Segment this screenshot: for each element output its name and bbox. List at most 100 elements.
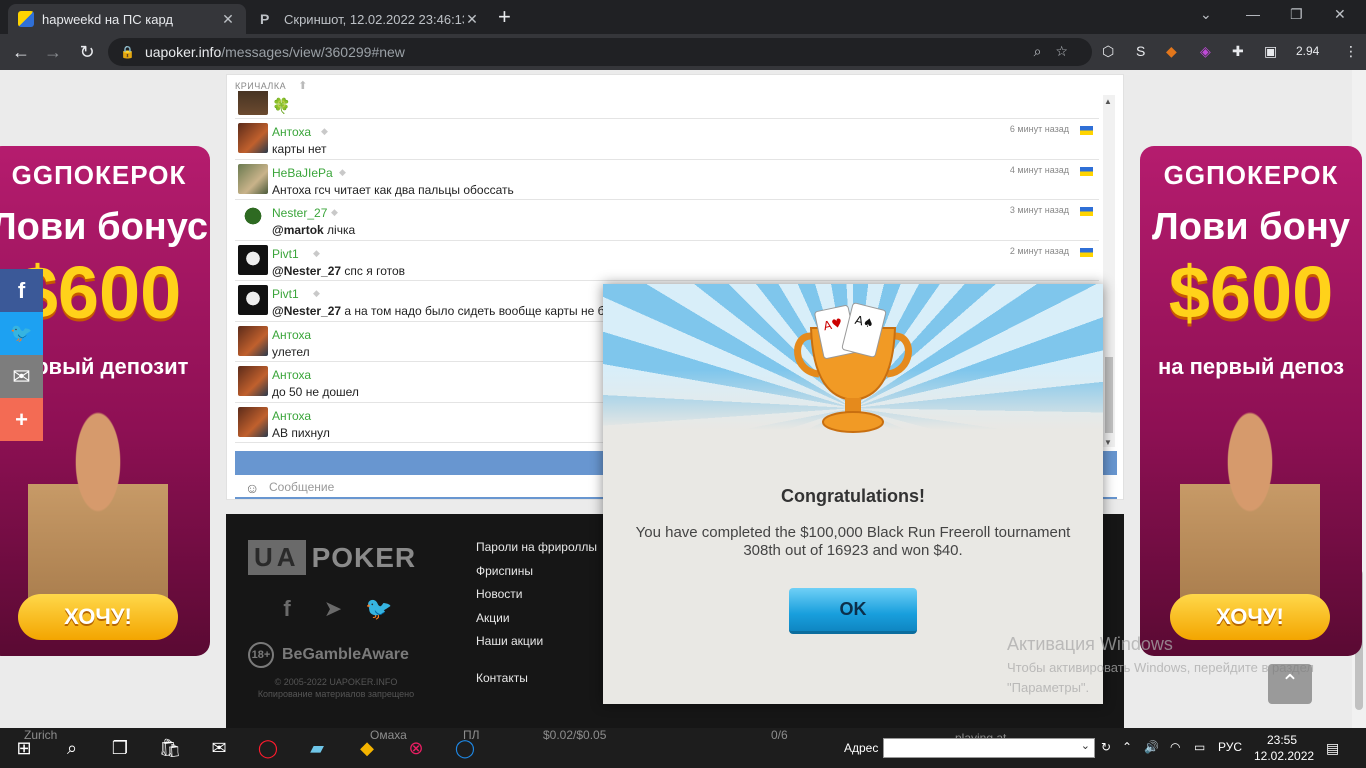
app-ring-icon[interactable]: ◯ xyxy=(453,736,477,760)
avatar[interactable] xyxy=(238,204,268,234)
avatar[interactable] xyxy=(238,325,268,356)
message-nick[interactable]: Антоха xyxy=(272,125,311,139)
extension-cube-icon[interactable]: ⬡ xyxy=(1102,43,1114,60)
tray-chevron-icon[interactable]: ⌃ xyxy=(1122,740,1132,754)
scroll-up-icon[interactable]: ▲ xyxy=(1104,97,1112,106)
opera-icon[interactable]: ◯ xyxy=(256,736,280,760)
share-more-icon[interactable]: + xyxy=(0,398,43,441)
message-time: 4 минут назад xyxy=(1009,164,1069,175)
app-box-icon[interactable]: ◆ xyxy=(355,736,379,760)
tab-title: hapweekd на ПС кард xyxy=(42,11,173,27)
extensions-puzzle-icon[interactable]: ✚ xyxy=(1232,43,1244,60)
chat-message: Антоха ◆ карты нет 6 минут назад xyxy=(235,119,1099,160)
uapoker-favicon-icon xyxy=(18,11,34,27)
avatar[interactable] xyxy=(238,91,268,115)
message-text: @Nester_27 спс я готов xyxy=(272,264,405,278)
notifications-icon[interactable]: ▤ xyxy=(1326,740,1339,757)
banner-amount: $600 xyxy=(1168,251,1334,334)
avatar[interactable] xyxy=(238,244,268,275)
tab-search-icon[interactable]: ⌄ xyxy=(1200,6,1212,23)
message-nick[interactable]: Pivt1 xyxy=(272,287,299,301)
avatar[interactable] xyxy=(238,285,268,315)
uapoker-logo[interactable]: UA POKER xyxy=(248,540,416,575)
forward-icon[interactable]: → xyxy=(42,42,64,62)
windows-start-icon[interactable]: ⊞ xyxy=(12,736,36,760)
banner-cta-button[interactable]: ХОЧУ! xyxy=(18,594,178,640)
avatar[interactable] xyxy=(238,406,268,437)
volume-icon[interactable]: 🔊 xyxy=(1144,740,1159,754)
close-tab-icon[interactable]: ✕ xyxy=(464,11,480,28)
banner-headline: Лови бонус xyxy=(0,206,209,248)
ukraine-flag-icon xyxy=(1080,126,1093,135)
back-icon[interactable]: ← xyxy=(10,42,32,62)
banner-headline: Лови бону xyxy=(1152,206,1350,248)
tab-messages[interactable]: hapweekd на ПС кард ✕ xyxy=(8,4,246,34)
store-icon[interactable]: 🛍 xyxy=(158,736,182,760)
restore-icon[interactable]: ❐ xyxy=(1290,6,1303,23)
avatar[interactable] xyxy=(238,123,268,153)
status-dot-icon: ◆ xyxy=(339,166,346,177)
reload-icon[interactable]: ↻ xyxy=(76,42,98,62)
chat-scrollbar[interactable]: ▲ ▼ xyxy=(1103,95,1115,447)
message-text: Антоха гсч читает как два пальцы обоссат… xyxy=(272,183,514,197)
footer-link[interactable]: Акции xyxy=(476,611,597,635)
message-mention[interactable]: @Nester_27 xyxy=(272,264,341,278)
begambleaware-logo[interactable]: 18+ BeGambleAware xyxy=(248,642,409,668)
footer-twitter-icon[interactable]: 🐦 xyxy=(364,594,394,624)
taskbar-clock[interactable]: 23:55 12.02.2022 xyxy=(1254,732,1314,764)
mail-icon[interactable]: ✉ xyxy=(207,736,231,760)
close-window-icon[interactable]: ✕ xyxy=(1334,6,1346,23)
dropdown-chevron-icon[interactable]: ⌄ xyxy=(1081,739,1090,752)
battery-icon[interactable]: ▭ xyxy=(1194,740,1205,754)
message-nick[interactable]: Nester_27 xyxy=(272,206,327,220)
message-nick[interactable]: Антоха xyxy=(272,368,311,382)
url-field[interactable]: 🔒 uapoker.info/messages/view/360299#new … xyxy=(108,38,1092,66)
message-nick[interactable]: Pivt1 xyxy=(272,247,299,261)
share-email-icon[interactable]: ✉ xyxy=(0,355,43,398)
share-facebook-icon[interactable]: f xyxy=(0,269,43,312)
task-view-icon[interactable]: ❐ xyxy=(108,736,132,760)
footer-link[interactable]: Пароли на фрироллы xyxy=(476,540,597,564)
language-indicator[interactable]: РУС xyxy=(1218,740,1242,754)
banner-cta-button[interactable]: ХОЧУ! xyxy=(1170,594,1330,640)
message-mention[interactable]: @martok xyxy=(272,223,324,237)
emoji-icon[interactable]: ☺ xyxy=(245,478,259,498)
footer-telegram-icon[interactable]: ➤ xyxy=(318,594,348,624)
footer-link[interactable]: Новости xyxy=(476,587,597,611)
search-icon[interactable]: ⌕ xyxy=(60,736,84,760)
footer-link[interactable]: Наши акции xyxy=(476,634,597,658)
message-body: спс я готов xyxy=(341,263,406,278)
avatar[interactable] xyxy=(238,163,268,194)
footer-link-contacts[interactable]: Контакты xyxy=(476,671,528,685)
minimize-icon[interactable]: — xyxy=(1246,6,1260,22)
extension-s-icon[interactable]: S xyxy=(1136,43,1145,59)
menu-dots-icon[interactable]: ⋮ xyxy=(1344,43,1358,60)
extension-counter-icon[interactable]: ▣ xyxy=(1264,43,1277,60)
extension-diamond-icon[interactable]: ◈ xyxy=(1200,43,1211,60)
scroll-to-top-button[interactable]: ⌃ xyxy=(1268,664,1312,704)
app-poker-icon[interactable]: ⊗ xyxy=(404,736,428,760)
message-nick[interactable]: Антоха xyxy=(272,409,311,423)
avatar[interactable] xyxy=(238,366,268,396)
metamask-icon[interactable]: ◆ xyxy=(1166,43,1177,60)
scroll-down-icon[interactable]: ▼ xyxy=(1104,438,1112,447)
message-time: 3 минут назад xyxy=(1009,205,1069,215)
new-tab-button[interactable]: + xyxy=(498,6,511,28)
zoom-star-icons[interactable]: ⌕☆ xyxy=(1034,43,1082,60)
message-mention[interactable]: @Nester_27 xyxy=(272,304,341,318)
extension-badge[interactable]: 2.94 xyxy=(1296,44,1319,58)
app-notes-icon[interactable]: ▰ xyxy=(305,736,329,760)
footer-facebook-icon[interactable]: f xyxy=(272,594,302,624)
wifi-icon[interactable]: ◠ xyxy=(1170,740,1180,754)
close-tab-icon[interactable]: ✕ xyxy=(220,11,236,28)
taskbar-address-input[interactable]: ⌄ xyxy=(883,738,1095,758)
tab-screenshot[interactable]: P Скриншот, 12.02.2022 23:46:13 - ✕ xyxy=(250,4,490,34)
ok-button[interactable]: OK xyxy=(789,588,917,634)
footer-link[interactable]: Фриспины xyxy=(476,564,597,588)
message-nick[interactable]: HeBaJIePa xyxy=(272,166,333,180)
message-nick[interactable]: Антоха xyxy=(272,328,311,342)
chat-scrollbar-thumb[interactable] xyxy=(1105,357,1113,433)
refresh-icon[interactable]: ↻ xyxy=(1101,740,1111,754)
ad-banner-right[interactable]: GGПОКЕРОК Лови бону $600 на первый депоз… xyxy=(1140,146,1362,656)
share-twitter-icon[interactable]: 🐦 xyxy=(0,312,43,355)
